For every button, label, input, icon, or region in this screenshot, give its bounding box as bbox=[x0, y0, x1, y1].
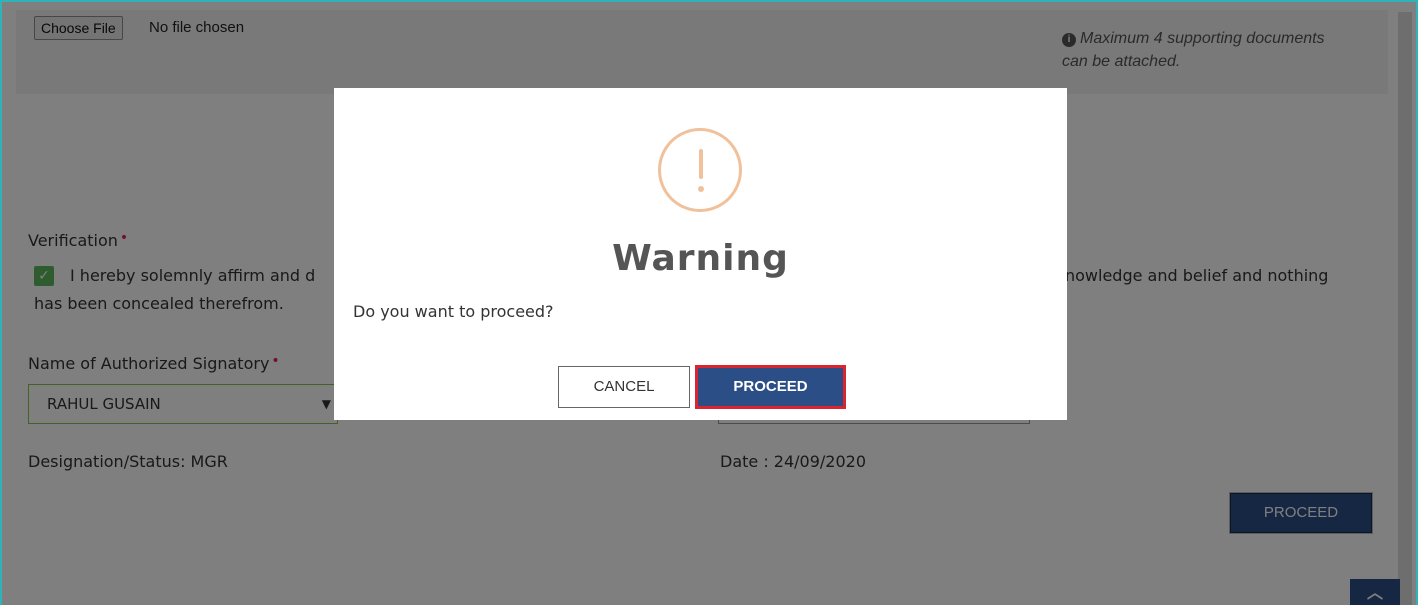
dialog-message: Do you want to proceed? bbox=[353, 302, 554, 321]
exclamation-bar bbox=[699, 149, 703, 179]
warning-dialog: Warning Do you want to proceed? CANCEL P… bbox=[334, 88, 1067, 420]
exclamation-dot bbox=[698, 186, 704, 192]
app-frame: Choose File No file chosen iMaximum 4 su… bbox=[0, 0, 1418, 605]
dialog-cancel-button[interactable]: CANCEL bbox=[558, 366, 690, 408]
exclamation-circle-icon bbox=[658, 128, 742, 212]
dialog-proceed-button[interactable]: PROCEED bbox=[695, 365, 846, 409]
dialog-title: Warning bbox=[612, 238, 789, 279]
